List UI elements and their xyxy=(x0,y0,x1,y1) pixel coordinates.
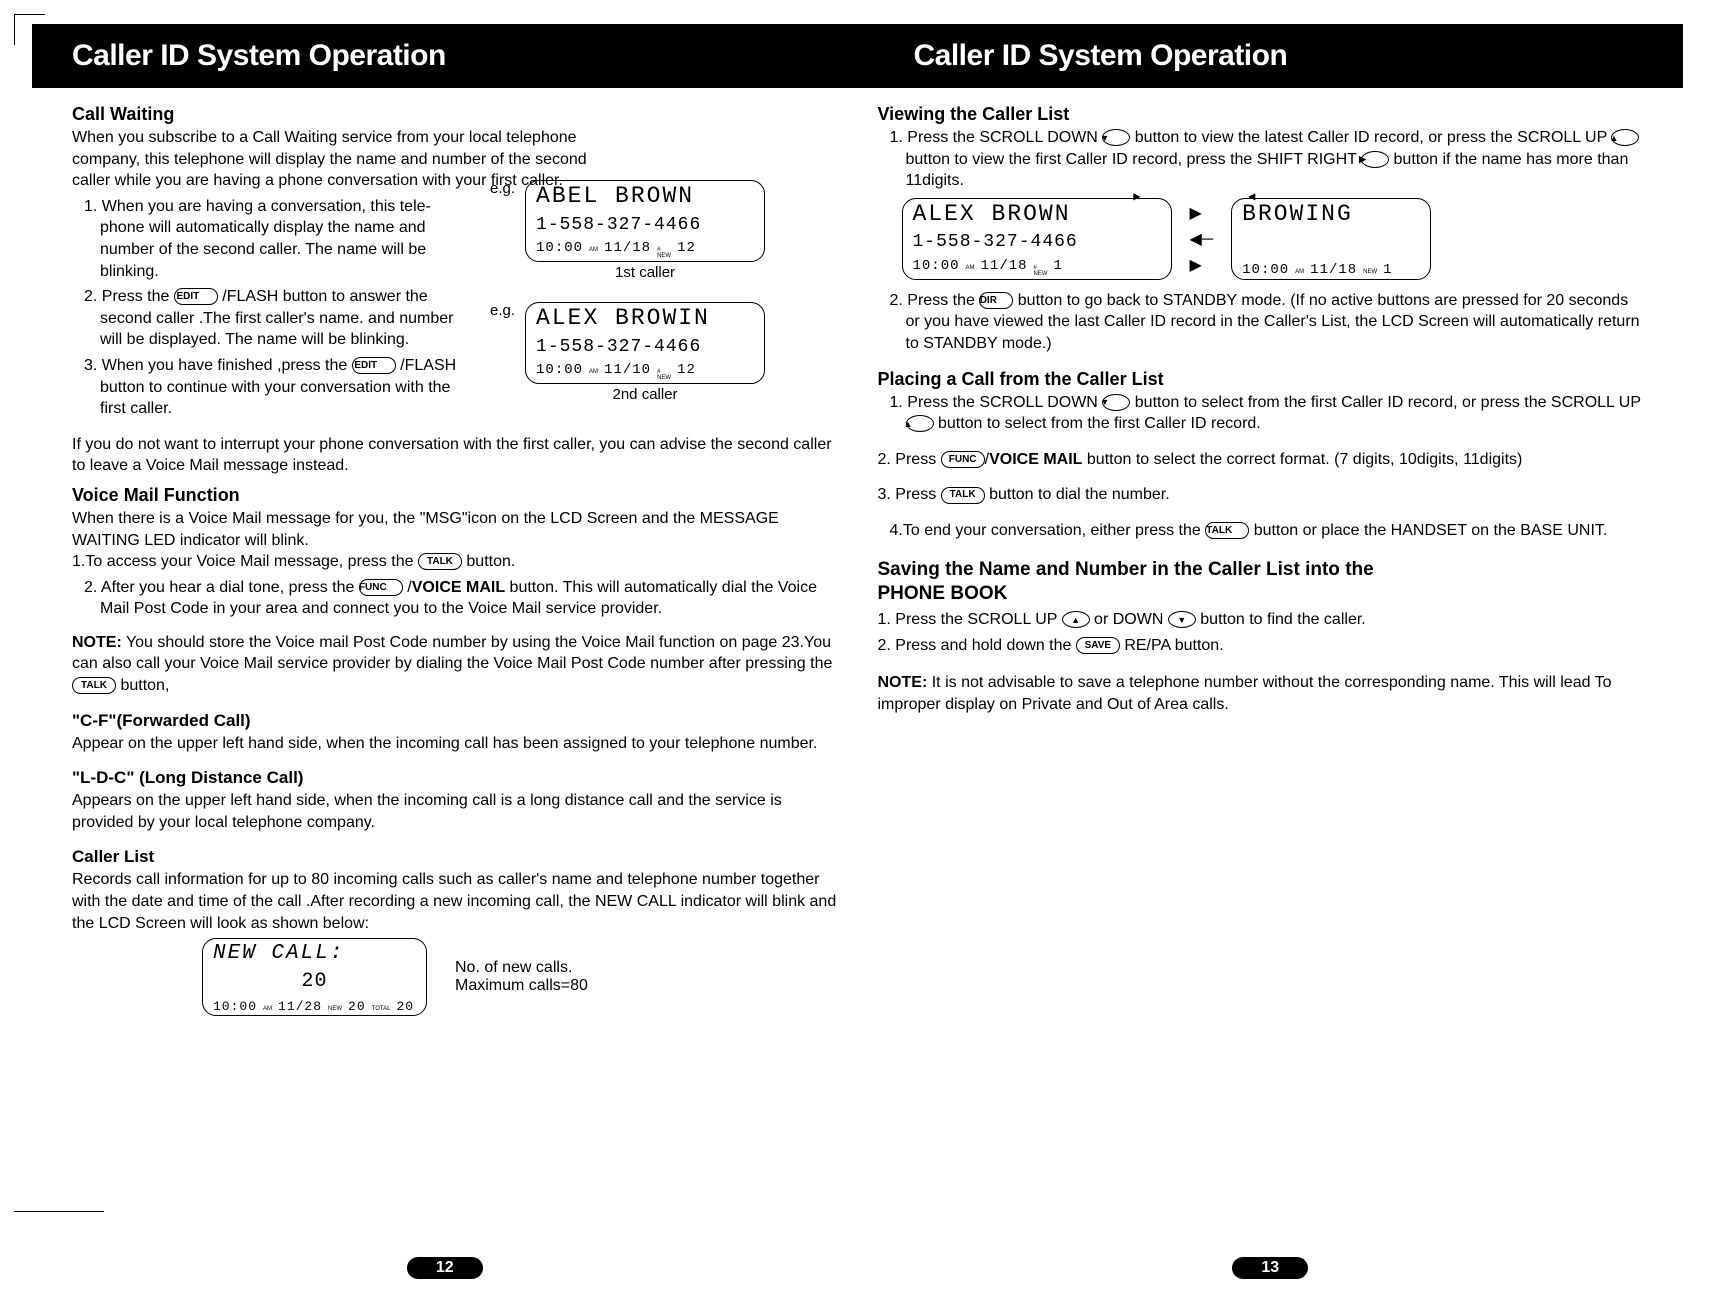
heading-viewing-caller-list: Viewing the Caller List xyxy=(878,104,1644,125)
scroll-down-icon: ▼ xyxy=(1102,129,1130,146)
lcd-alex-brown: ▶ ALEX BROWN 1-558-327-4466 10:00AM 11/1… xyxy=(902,198,1172,280)
vm-note: NOTE: You should store the Voice mail Po… xyxy=(72,632,838,697)
heading-voice-mail: Voice Mail Function xyxy=(72,485,838,506)
heading-save-phonebook: Saving the Name and Number in the Caller… xyxy=(878,558,1644,607)
heading-placing-call: Placing a Call from the Caller List xyxy=(878,369,1644,390)
cf-text: Appear on the upper left hand side, when… xyxy=(72,733,838,755)
scroll-up-icon: ▲ xyxy=(906,415,934,432)
page-header-left: Caller ID System Operation xyxy=(32,24,858,88)
edit-button-icon: EDIT xyxy=(174,288,218,305)
page-right: Caller ID System Operation Viewing the C… xyxy=(858,10,1684,1283)
func-button-icon: FUNC xyxy=(941,451,985,468)
cw-step-2: 2. Press the EDIT /FLASH button to answe… xyxy=(72,286,472,351)
shift-right-icon: ▶ xyxy=(1361,151,1389,168)
scroll-up-icon: ▲ xyxy=(1062,611,1090,628)
func-button-icon: FUNC xyxy=(359,579,403,596)
save-button-icon: SAVE xyxy=(1076,637,1120,654)
talk-button-icon: TALK xyxy=(418,553,462,570)
ldc-text: Appears on the upper left hand side, whe… xyxy=(72,790,838,833)
lcd-browing: ◀ BROWING 10:00AM 11/18 NEW 1 xyxy=(1231,198,1431,280)
eg-label-2: e.g. xyxy=(490,302,515,319)
scroll-down-icon: ▼ xyxy=(1168,611,1196,628)
scroll-down-icon: ▼ xyxy=(1102,394,1130,411)
pcl-step-3: 3. Press TALK button to dial the number. xyxy=(878,484,1644,506)
heading-ldc: "L-D-C" (Long Distance Call) xyxy=(72,768,838,788)
pcl-step-1: 1. Press the SCROLL DOWN ▼ button to sel… xyxy=(878,392,1644,435)
heading-call-waiting: Call Waiting xyxy=(72,104,612,125)
edit-button-icon: EDIT xyxy=(352,357,396,374)
talk-button-icon: TALK xyxy=(72,677,116,694)
talk-button-icon: TALK xyxy=(1205,522,1249,539)
cw-step-3: 3. When you have finished ,press the EDI… xyxy=(72,355,472,420)
sv-step-1: 1. Press the SCROLL UP ▲ or DOWN ▼ butto… xyxy=(878,609,1644,631)
lcd-new-call: NEW CALL: 20 10:00AM 11/28 NEW20 TOTAL20 xyxy=(202,938,427,1016)
vm-step-2: 2. After you hear a dial tone, press the… xyxy=(72,577,838,620)
eg-label-1: e.g. xyxy=(490,180,515,197)
scroll-up-icon: ▲ xyxy=(1611,129,1639,146)
pcl-step-4: 4.To end your conversation, either press… xyxy=(878,520,1644,542)
page-left: Caller ID System Operation Call Waiting … xyxy=(32,10,858,1283)
new-call-caption: No. of new calls. Maximum calls=80 xyxy=(455,959,588,995)
lcd2-caption: 2nd caller xyxy=(613,386,678,403)
pcl-step-2: 2. Press FUNC/VOICE MAIL button to selec… xyxy=(878,449,1644,471)
page-number-right: 13 xyxy=(1232,1257,1308,1279)
talk-button-icon: TALK xyxy=(941,487,985,504)
heading-cf: "C-F"(Forwarded Call) xyxy=(72,711,838,731)
vm-step-1: 1.To access your Voice Mail message, pre… xyxy=(72,551,838,573)
cw-step-1: 1. When you are having a conversation, t… xyxy=(72,196,472,282)
lcd-2nd-caller: ALEX BROWIN 1-558-327-4466 10:00AM 11/10… xyxy=(525,302,765,384)
heading-caller-list: Caller List xyxy=(72,847,838,867)
vm-intro: When there is a Voice Mail message for y… xyxy=(72,508,838,551)
vcl-step-2: 2. Press the DIR button to go back to ST… xyxy=(878,290,1644,355)
lcd1-caption: 1st caller xyxy=(615,264,675,281)
caller-list-text: Records call information for up to 80 in… xyxy=(72,869,838,934)
cw-note: If you do not want to interrupt your pho… xyxy=(72,434,838,477)
dir-button-icon: DIR xyxy=(979,292,1013,309)
vcl-step-1: 1. Press the SCROLL DOWN ▼ button to vie… xyxy=(878,127,1644,192)
arrow-pair-icon: ▶◀─▶ xyxy=(1190,203,1214,275)
lcd-group-right: ▶ ALEX BROWN 1-558-327-4466 10:00AM 11/1… xyxy=(902,198,1644,280)
page-number-left: 12 xyxy=(407,1257,483,1279)
lcd-1st-caller: ABEL BROWN 1-558-327-4466 10:00AM 11/18 … xyxy=(525,180,765,262)
save-note: NOTE: It is not advisable to save a tele… xyxy=(878,672,1644,715)
sv-step-2: 2. Press and hold down the SAVE RE/PA bu… xyxy=(878,635,1644,657)
page-header-right: Caller ID System Operation xyxy=(858,24,1684,88)
